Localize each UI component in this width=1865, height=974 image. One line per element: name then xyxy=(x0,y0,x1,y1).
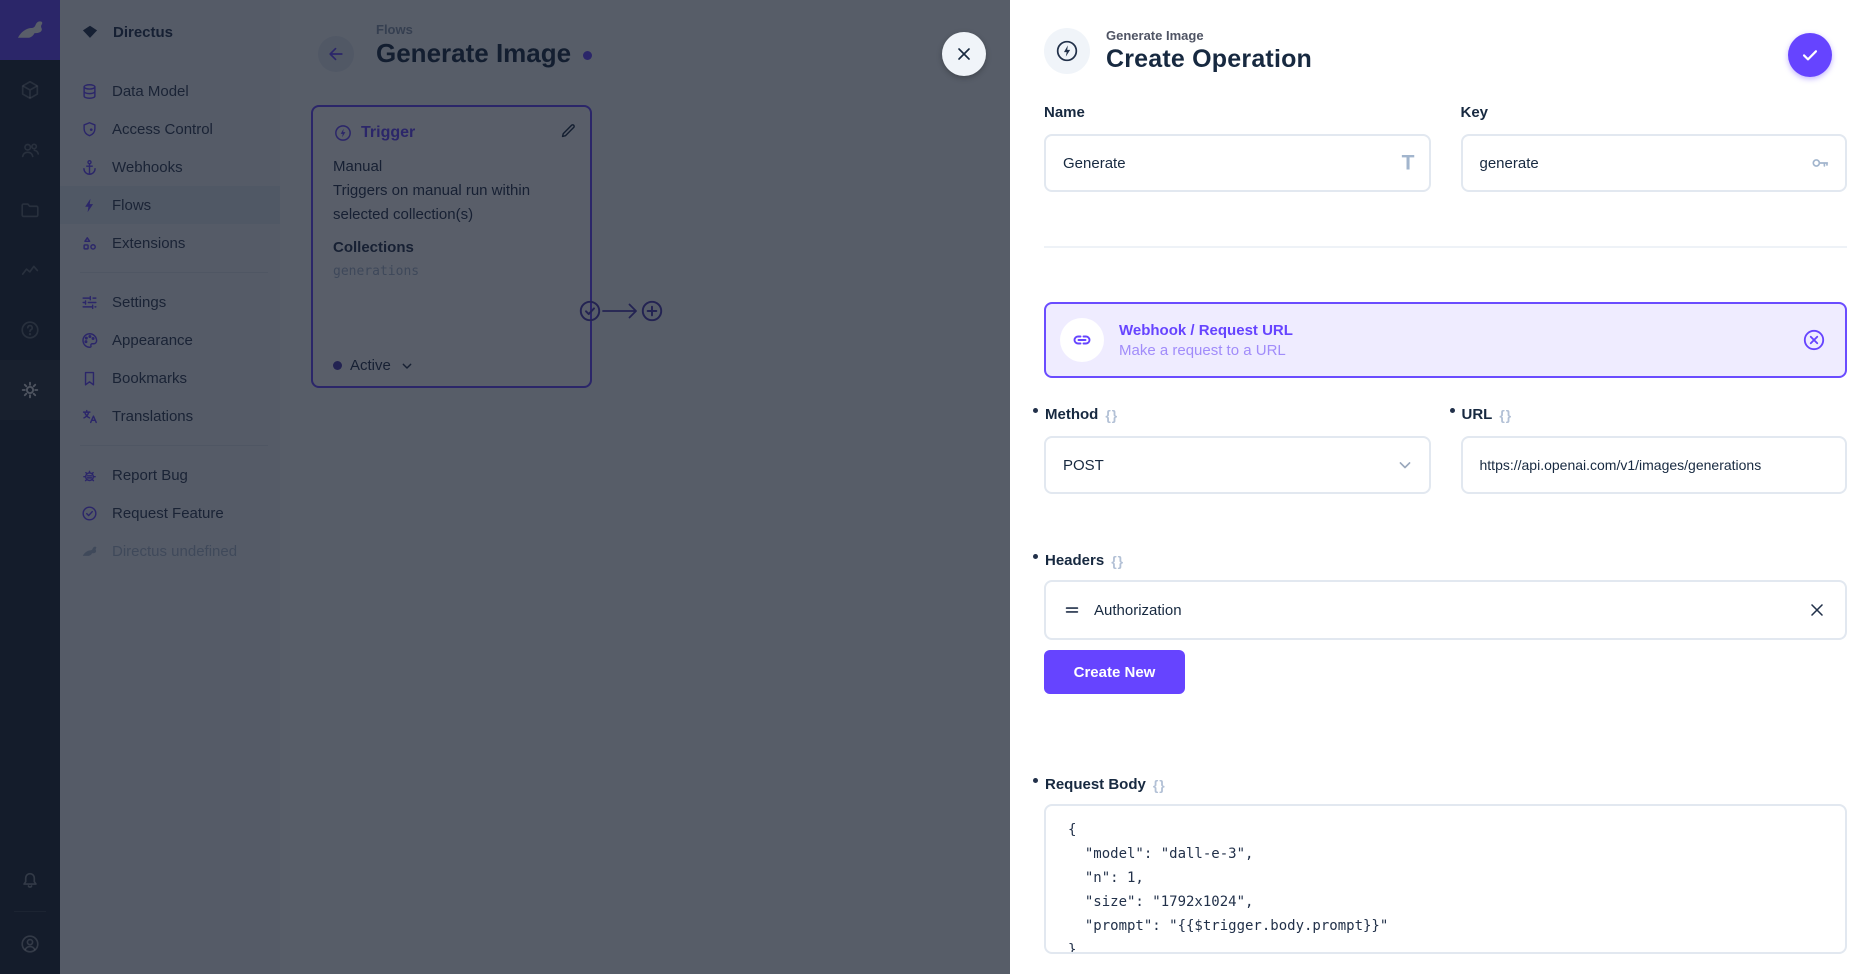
banner-title: Webhook / Request URL xyxy=(1119,322,1293,339)
header-row-authorization[interactable]: Authorization xyxy=(1044,580,1847,640)
directus-app: Directus Data Model Access Control Webho… xyxy=(0,0,1865,974)
braces-icon xyxy=(1499,407,1512,423)
link-icon xyxy=(1060,318,1104,362)
url-input-wrap xyxy=(1461,436,1848,494)
request-body-code: { "model": "dall-e-3", "n": 1, "size": "… xyxy=(1068,818,1823,954)
braces-icon xyxy=(1153,777,1166,793)
create-new-button[interactable]: Create New xyxy=(1044,650,1185,694)
section-divider xyxy=(1044,246,1847,248)
required-dot xyxy=(1033,408,1038,413)
banner-subtitle: Make a request to a URL xyxy=(1119,342,1293,359)
url-field-group: URL xyxy=(1461,406,1848,494)
key-icon xyxy=(1809,152,1831,174)
required-dot xyxy=(1450,408,1455,413)
required-dot xyxy=(1033,554,1038,559)
name-key-row: Name Key xyxy=(1044,104,1847,192)
headers-label: Headers xyxy=(1045,552,1104,569)
method-url-row: Method POST URL xyxy=(1044,406,1847,494)
check-icon xyxy=(1799,44,1821,66)
braces-icon xyxy=(1105,407,1118,423)
title-format-icon xyxy=(1402,153,1415,174)
method-select[interactable]: POST xyxy=(1044,436,1431,494)
drag-handle-icon[interactable] xyxy=(1062,600,1082,620)
request-body-editor[interactable]: { "model": "dall-e-3", "n": 1, "size": "… xyxy=(1044,804,1847,954)
key-field-group: Key xyxy=(1461,104,1848,192)
drawer-close-button[interactable] xyxy=(942,32,986,76)
deselect-icon[interactable] xyxy=(1801,327,1827,353)
name-label: Name xyxy=(1044,104,1085,121)
request-body-label-row: Request Body xyxy=(1044,776,1166,796)
key-input[interactable] xyxy=(1463,136,1846,190)
operation-type-banner[interactable]: Webhook / Request URL Make a request to … xyxy=(1044,302,1847,378)
bolt-circle-icon xyxy=(1044,28,1090,74)
headers-label-row: Headers xyxy=(1044,552,1124,572)
name-field-group: Name xyxy=(1044,104,1431,192)
method-value: POST xyxy=(1046,457,1104,474)
remove-header-icon[interactable] xyxy=(1807,600,1827,620)
save-button[interactable] xyxy=(1788,33,1832,77)
required-dot xyxy=(1033,778,1038,783)
name-input-wrap xyxy=(1044,134,1431,192)
drawer-header: Generate Image Create Operation xyxy=(1044,28,1312,74)
url-input[interactable] xyxy=(1463,438,1846,492)
method-label: Method xyxy=(1045,406,1098,423)
close-icon xyxy=(954,44,974,64)
key-label: Key xyxy=(1461,104,1489,121)
drawer-context: Generate Image xyxy=(1106,28,1312,43)
drawer-title: Create Operation xyxy=(1106,45,1312,74)
chevron-down-icon xyxy=(1395,455,1415,475)
create-operation-drawer: Generate Image Create Operation Name Key xyxy=(1010,0,1865,974)
key-input-wrap xyxy=(1461,134,1848,192)
url-label: URL xyxy=(1462,406,1493,423)
method-field-group: Method POST xyxy=(1044,406,1431,494)
request-body-label: Request Body xyxy=(1045,776,1146,793)
header-key: Authorization xyxy=(1094,602,1182,619)
name-input[interactable] xyxy=(1046,136,1429,190)
braces-icon xyxy=(1111,553,1124,569)
